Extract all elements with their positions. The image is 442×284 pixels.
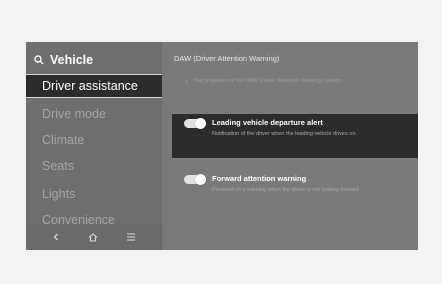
sidebar-bottom-bar bbox=[26, 224, 162, 250]
sidebar: Vehicle Driver assistance Drive mode Cli… bbox=[26, 42, 162, 250]
option-description: Notification of the driver when the lead… bbox=[212, 131, 357, 137]
option-title: Forward attention warning bbox=[212, 174, 307, 183]
sidebar-item-climate[interactable]: Climate bbox=[26, 128, 162, 152]
menu-icon[interactable] bbox=[126, 233, 136, 241]
sidebar-item-lights[interactable]: Lights bbox=[26, 182, 162, 206]
option-title: Leading vehicle departure alert bbox=[212, 118, 323, 127]
page-title: DAW (Driver Attention Warning) bbox=[174, 54, 280, 63]
back-icon[interactable] bbox=[52, 233, 60, 241]
sidebar-item-seats[interactable]: Seats bbox=[26, 154, 162, 178]
sidebar-item-driver-assistance[interactable]: Driver assistance bbox=[26, 74, 162, 98]
option-description: Provision of a warning when the driver i… bbox=[212, 187, 359, 193]
sidebar-header[interactable]: Vehicle bbox=[34, 52, 93, 68]
infotainment-screen: Vehicle Driver assistance Drive mode Cli… bbox=[26, 42, 418, 250]
search-icon[interactable] bbox=[34, 55, 44, 65]
option-text: Forward attention warning Provision of a… bbox=[212, 174, 376, 194]
sidebar-title: Vehicle bbox=[50, 53, 94, 67]
option-forward-attention-warning[interactable]: Forward attention warning Provision of a… bbox=[184, 174, 376, 194]
sidebar-item-drive-mode[interactable]: Drive mode bbox=[26, 102, 162, 126]
option-text: Leading vehicle departure alert Notifica… bbox=[212, 118, 376, 138]
toggle-switch[interactable] bbox=[184, 174, 206, 185]
option-leading-vehicle-departure-alert[interactable]: Leading vehicle departure alert Notifica… bbox=[184, 118, 376, 138]
home-icon[interactable] bbox=[88, 232, 98, 242]
page-description: The properties of the DAW (Driver Attent… bbox=[186, 78, 409, 85]
toggle-switch[interactable] bbox=[184, 118, 206, 129]
